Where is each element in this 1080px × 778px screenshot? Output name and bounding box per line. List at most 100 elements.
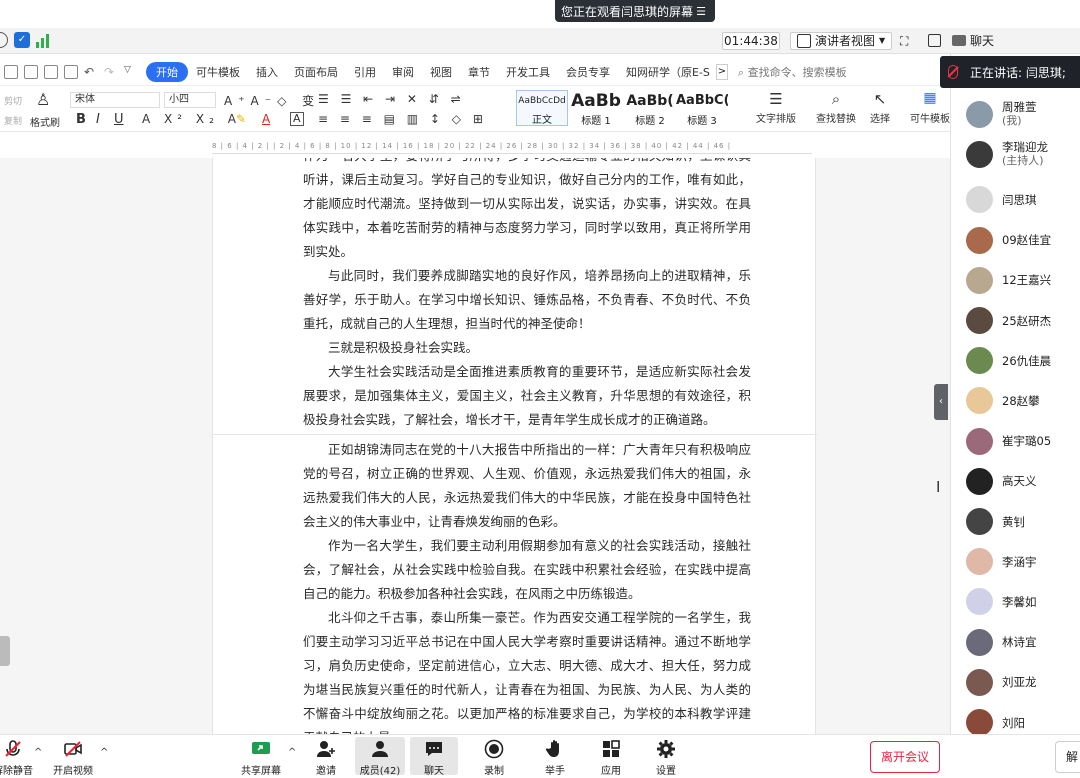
select-button[interactable]: ↖ 选择 (862, 90, 898, 125)
member-item[interactable]: 崔宇璐05 (966, 427, 1051, 455)
list-icons[interactable]: ☰ ☰ ⇤ ⇥ ✕ ⇵ ⇌ (318, 92, 465, 106)
member-item[interactable]: 李馨如 (966, 588, 1037, 616)
invite-button[interactable]: 邀请 (303, 739, 349, 777)
member-item[interactable]: 12王嘉兴 (966, 266, 1051, 294)
unmute-all-button[interactable]: 解 (1055, 741, 1080, 773)
template-button[interactable]: ▦ 可牛模板 (910, 90, 950, 125)
style-heading-1[interactable]: AaBb 标题 1 (570, 90, 622, 127)
settings-label: 设置 (656, 766, 676, 777)
member-item[interactable]: 刘阳 (966, 709, 1025, 736)
font-effects-icon[interactable]: A X² X₂ A (142, 112, 241, 126)
apps-button[interactable]: 应用 (588, 739, 634, 777)
signal-icon[interactable] (36, 32, 52, 48)
paragraph-3[interactable]: 三就是积极投身社会实践。 (303, 336, 751, 360)
paragraph-5[interactable]: 正如胡锦涛同志在党的十八大报告中所指出的一样：广大青年只有积极响应党的号召，树立… (303, 438, 751, 534)
bold-button[interactable]: B (76, 112, 86, 127)
redo-icon[interactable]: ↷ (104, 65, 118, 79)
tab-templates[interactable]: 可牛模板 (188, 64, 248, 80)
member-item[interactable]: 25赵研杰 (966, 307, 1051, 334)
style-normal[interactable]: AaBbCcDd 正文 (516, 90, 568, 126)
video-button[interactable]: 开启视频 (50, 739, 96, 777)
tab-review[interactable]: 审阅 (384, 64, 422, 80)
document-page[interactable]: 作为一名大学生，要将所学与所得，多学习交通运输专业的相关知识，上课认真听讲，课后… (212, 158, 817, 734)
member-item[interactable]: 28赵攀 (966, 387, 1040, 415)
format-painter-button[interactable]: 格式刷 (30, 114, 60, 129)
paragraph-6[interactable]: 作为一名大学生，我们要主动利用假期参加有意义的社会实践活动，接触社会，了解社会，… (303, 534, 751, 606)
member-item[interactable]: 刘亚龙 (966, 668, 1037, 696)
mute-button[interactable]: 解除静音 (0, 739, 36, 777)
tab-page-layout[interactable]: 页面布局 (286, 64, 346, 80)
leave-meeting-button[interactable]: 离开会议 (870, 741, 940, 773)
chevron-up-icon[interactable]: ^ (34, 747, 42, 758)
member-item[interactable]: 李涵宇 (966, 548, 1037, 576)
document-area[interactable]: 作为一名大学生，要将所学与所得，多学习交通运输专业的相关知识，上课认真听讲，课后… (0, 158, 950, 734)
screen-share-banner[interactable]: 您正在观看闫思琪的屏幕 ☰ (555, 0, 715, 22)
copy-button[interactable]: 复制 (4, 114, 22, 127)
member-item[interactable]: 周雅萱 (我) (966, 100, 1037, 128)
raise-hand-button[interactable]: 举手 (532, 739, 578, 777)
tab-cnki[interactable]: 知网研学（原E-S (618, 64, 712, 80)
record-button[interactable]: 录制 (471, 739, 517, 777)
align-icons[interactable]: ≡ ≡ ≡ ▤ ▥ ↕ ◇ ⊞ (318, 112, 487, 126)
ruler[interactable]: 8 | 6 | 4 | 2 | | 2 | 4 | 6 | 8 | 10 | 1… (0, 140, 950, 158)
font-color-icon[interactable]: A (262, 112, 270, 126)
chevron-up-icon[interactable]: ^ (288, 747, 296, 758)
tab-chapter[interactable]: 章节 (460, 64, 498, 80)
layout-icon (797, 34, 811, 48)
font-size-tools-icon[interactable]: A⁺A⁻◇ 变 (224, 92, 320, 109)
tab-member[interactable]: 会员专享 (558, 64, 618, 80)
panel-collapse-button[interactable]: ‹ (934, 384, 948, 420)
paragraph-4[interactable]: 大学生社会实践活动是全面推进素质教育的重要环节，是适应新实际社会发展要求，是加强… (303, 360, 751, 432)
preview-icon[interactable] (64, 64, 78, 79)
style-heading-2[interactable]: AaBb( 标题 2 (624, 90, 676, 127)
settings-button[interactable]: 设置 (643, 739, 689, 777)
presenter-view-button[interactable]: 演讲者视图 ▼ (790, 32, 893, 50)
menu-icon[interactable]: ☰ (693, 5, 709, 18)
info-icon[interactable] (0, 32, 8, 48)
shield-icon[interactable]: ✓ (14, 32, 30, 48)
paragraph-1[interactable]: 作为一名大学生，要将所学与所得，多学习交通运输专业的相关知识，上课认真听讲，课后… (303, 158, 751, 264)
undo-icon[interactable]: ↶ (84, 65, 98, 79)
tab-more-button[interactable]: > (715, 63, 728, 80)
print-icon[interactable] (44, 64, 58, 79)
chat-button[interactable]: 聊天 (410, 737, 458, 777)
underline-button[interactable]: U (114, 112, 124, 127)
member-item[interactable]: 26仇佳晨 (966, 347, 1051, 375)
paragraph-7[interactable]: 北斗仰之千古事，泰山所集一豪芒。作为西安交通工程学院的一名学生，我们要主动学习习… (303, 606, 751, 734)
font-family-select[interactable]: 宋体 (70, 92, 160, 108)
style-heading-3[interactable]: AaBbC( 标题 3 (676, 90, 728, 127)
record-icon (484, 739, 504, 759)
tab-view[interactable]: 视图 (422, 64, 460, 80)
tab-home[interactable]: 开始 (146, 61, 188, 82)
sidebar-toggle-icon[interactable] (928, 34, 941, 50)
text-layout-button[interactable]: ☰ 文字排版 (752, 90, 800, 125)
chat-panel-tab[interactable]: 聊天 (952, 32, 994, 49)
tab-references[interactable]: 引用 (346, 64, 384, 80)
command-search[interactable]: ⌕ 查找命令、搜索模板 (738, 64, 847, 80)
find-replace-button[interactable]: ⌕ 查找替换 (812, 90, 860, 125)
share-screen-button[interactable]: 共享屏幕 (238, 739, 284, 777)
fullscreen-icon[interactable]: ⛶ (900, 34, 908, 49)
italic-button[interactable]: I (96, 112, 100, 127)
member-item[interactable]: 林诗宜 (966, 628, 1037, 656)
left-edge-handle[interactable] (0, 636, 10, 666)
brush-icon[interactable]: ♙ (36, 90, 50, 109)
member-item[interactable]: 李瑞迎龙 (主持人) (966, 140, 1048, 168)
highlight-icon[interactable]: ✎ (236, 112, 246, 126)
char-border-icon[interactable]: A (290, 112, 304, 126)
avatar (966, 508, 993, 535)
chevron-down-icon[interactable]: ▽ (124, 65, 138, 79)
cut-button[interactable]: 剪切 (4, 94, 22, 107)
tab-insert[interactable]: 插入 (248, 64, 286, 80)
members-button[interactable]: 成员(42) (355, 737, 405, 777)
paragraph-2[interactable]: 与此同时，我们要养成脚踏实地的良好作风，培养昂扬向上的进取精神，乐善好学，乐于助… (303, 264, 751, 336)
font-size-select[interactable]: 小四 (164, 92, 216, 108)
member-item[interactable]: 09赵佳宜 (966, 226, 1051, 254)
save-icon[interactable] (4, 64, 18, 79)
export-icon[interactable] (24, 64, 38, 79)
tab-developer[interactable]: 开发工具 (498, 64, 558, 80)
chevron-up-icon[interactable]: ^ (100, 747, 108, 758)
member-item[interactable]: 黄钊 (966, 508, 1025, 535)
member-item[interactable]: 闫思琪 (966, 186, 1037, 214)
member-item[interactable]: 高天义 (966, 467, 1037, 495)
